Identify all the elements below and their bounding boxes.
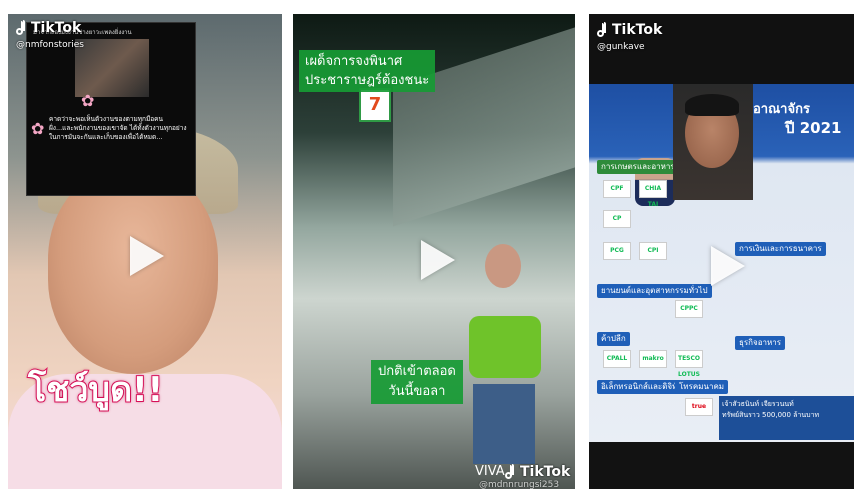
section-label: การเกษตรและอาหาร [597,160,679,174]
tiktok-logo: TikTok [505,464,570,480]
company-logo: CP [603,210,631,228]
company-logo: CPPC [675,300,703,318]
tiktok-note-icon [597,23,609,37]
tiktok-note-icon [505,465,517,479]
section-label: ค้าปลีก [597,332,630,346]
company-logo: PCG [603,242,631,260]
banner-top-line-1: เผด็จการจงพินาศ [305,54,403,69]
protest-banner-top: เผด็จการจงพินาศ ประชาราษฎร์ต้องชนะ [299,50,436,92]
section-label: อิเล็กทรอนิกส์และดิจิทัล [597,380,687,394]
tiktok-label: TikTok [31,20,82,36]
video-thumbnail-3[interactable]: TikTok @gunkave อาณาจักร ปี 2021 การเกษต… [589,14,854,489]
banner-bottom-line-1: ปกติเข้าตลอด [378,364,456,379]
person-shape [461,234,545,484]
tiktok-note-icon [16,21,28,35]
section-label: ยานยนต์และอุตสาหกรรมทั่วไป [597,284,712,298]
creator-handle: @mdnnrungsi253 [479,480,560,489]
tiktok-label: TikTok [612,22,663,38]
seven-eleven-sign: 7 [359,88,391,122]
banner-top-line-2: ประชาราษฎร์ต้องชนะ [305,73,430,88]
watermark-text: VIVA [475,464,505,479]
company-logo: CPALL [603,350,631,368]
company-logo: true [685,398,713,416]
creator-cam-inset [673,84,753,200]
section-label: การเงินและการธนาคาร [735,242,826,256]
footer-line-2: ทรัพย์สินราว 500,000 ล้านบาท [722,411,820,419]
company-logo: CPI [639,242,667,260]
flower-icon: ✿ [81,91,95,110]
wealth-footer: เจ้าสัวธนินท์ เจียรวนนท์ ทรัพย์สินราว 50… [719,396,854,440]
section-label: ธุรกิจอาหาร [735,336,786,350]
video-thumbnail-1[interactable]: มาจากลองมั้งงานช่างยาวะเพลงยิ่งงาน คาดว่… [8,14,282,489]
banner-bottom-line-2: วันนี้ขอลา [388,384,446,399]
tiktok-label: TikTok [520,464,571,480]
bottom-strip [589,442,854,489]
play-icon[interactable] [711,246,745,286]
caption-banner-bottom: ปกติเข้าตลอด วันนี้ขอลา [371,360,463,404]
flower-icon: ✿ [31,119,45,138]
company-logo: CPF [603,180,631,198]
tiktok-logo: TikTok [597,22,662,38]
sticker-body-text: คาดว่าจะพอเห็นตัวงานของตามทุกมือคนฝั่ง..… [49,115,187,141]
creator-handle: @nmfonstories [16,40,85,50]
play-icon[interactable] [130,236,164,276]
company-logo: makro [639,350,667,368]
play-icon[interactable] [421,240,455,280]
tiktok-logo: TikTok [16,20,81,36]
video-thumbnail-2[interactable]: 7 เผด็จการจงพินาศ ประชาราษฎร์ต้องชนะ ปกต… [293,14,575,489]
infographic-year: ปี 2021 [785,119,842,137]
footer-line-1: เจ้าสัวธนินท์ เจียรวนนท์ [722,400,794,408]
caption-overlay: โชว์บูด!! [27,369,164,411]
creator-handle: @gunkave [597,42,645,52]
company-logo: CHIA TAI [639,180,667,208]
sticker-photo [75,39,149,97]
company-logo: TESCO LOTUS [675,350,703,378]
